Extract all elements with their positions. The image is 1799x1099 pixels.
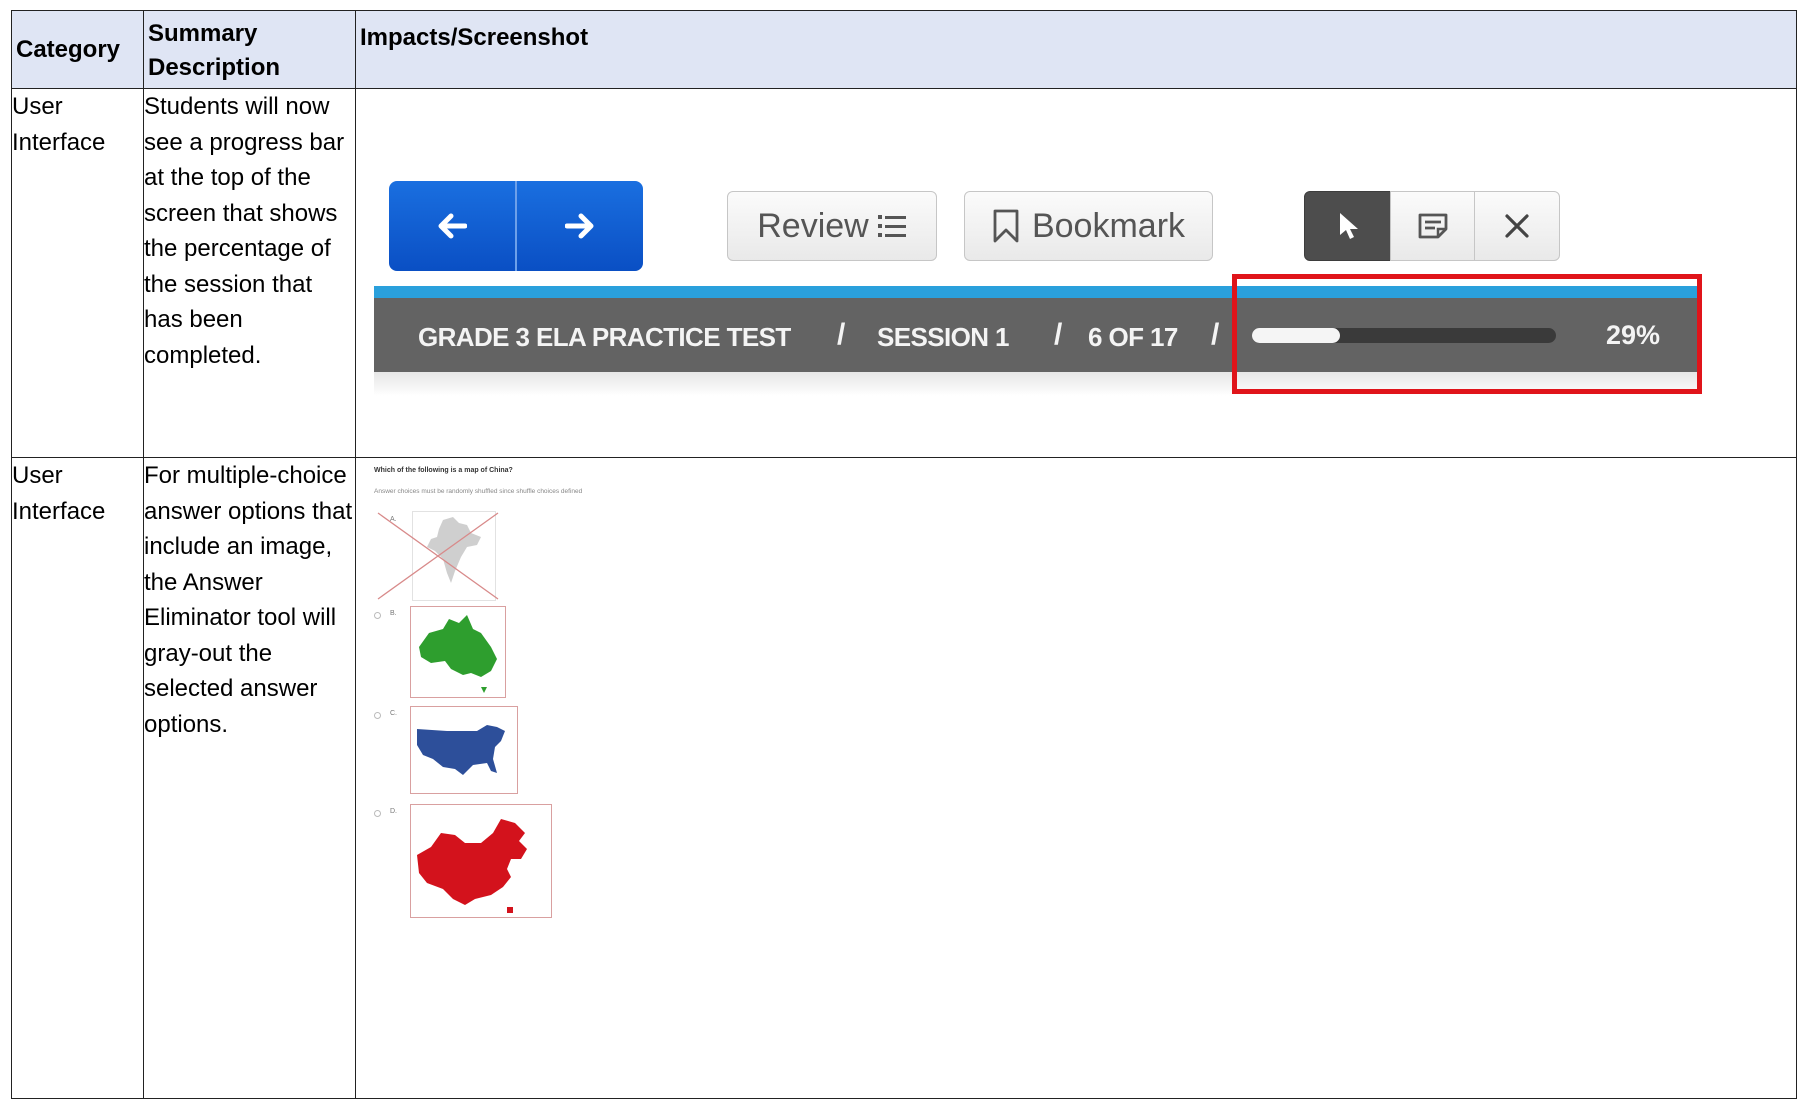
question-position: 6 OF 17 <box>1088 322 1178 352</box>
bookmark-icon <box>993 209 1019 243</box>
table-row: User Interface For multiple-choice answe… <box>11 457 1797 1099</box>
previous-button[interactable] <box>389 181 517 271</box>
category-cell: User Interface <box>11 88 144 458</box>
category-cell: User Interface <box>11 457 144 1099</box>
session-name: SESSION 1 <box>877 322 1009 352</box>
header-category: Category <box>11 10 144 89</box>
option-radio[interactable] <box>374 712 381 719</box>
option-image <box>410 706 518 794</box>
bookmark-label: Bookmark <box>1031 206 1186 245</box>
review-button[interactable]: Review <box>727 191 937 261</box>
usa-map-icon <box>417 725 505 775</box>
progress-bar-screenshot: Review Bookmark GRADE 3 ELA PRACTICE TES… <box>374 181 1702 396</box>
arrow-left-icon <box>438 213 467 239</box>
bookmark-button[interactable]: Bookmark <box>964 191 1213 261</box>
close-tool-button[interactable] <box>1474 191 1560 261</box>
header-summary: Summary Description <box>143 10 356 89</box>
pointer-tool-button[interactable] <box>1304 191 1392 261</box>
arrow-right-icon <box>565 213 594 239</box>
changes-table: Category Summary Description Impacts/Scr… <box>11 10 1797 1099</box>
test-name: GRADE 3 ELA PRACTICE TEST <box>418 322 791 352</box>
close-icon <box>1505 214 1529 238</box>
highlight-box <box>1232 274 1702 394</box>
option-image <box>410 606 506 698</box>
tool-buttons <box>1304 191 1560 261</box>
breadcrumb-separator: / <box>1211 318 1220 351</box>
header-impacts: Impacts/Screenshot <box>355 10 1797 89</box>
question-note: Answer choices must be randomly shuffled… <box>374 488 583 495</box>
review-label: Review <box>757 206 869 245</box>
australia-map-icon <box>419 615 497 693</box>
option-radio[interactable] <box>374 612 381 619</box>
list-icon <box>877 215 906 237</box>
nav-buttons <box>389 181 643 271</box>
option-radio[interactable] <box>374 810 381 817</box>
china-map-icon <box>417 819 527 913</box>
note-icon <box>1418 213 1448 239</box>
option-letter: B. <box>390 610 397 617</box>
next-button[interactable] <box>517 181 643 271</box>
screenshot-cell: Which of the following is a map of China… <box>355 457 1797 1099</box>
summary-cell: Students will now see a progress bar at … <box>143 88 356 458</box>
note-tool-button[interactable] <box>1390 191 1476 261</box>
question-text: Which of the following is a map of China… <box>374 467 513 474</box>
option-image <box>410 804 552 918</box>
table-row: User Interface Students will now see a p… <box>11 88 1797 458</box>
option-letter: C. <box>390 710 397 717</box>
header-row: Category Summary Description Impacts/Scr… <box>11 10 1797 89</box>
breadcrumb-separator: / <box>1054 318 1063 351</box>
cursor-icon <box>1340 213 1358 239</box>
option-letter: D. <box>390 808 397 815</box>
answer-eliminator-screenshot: Which of the following is a map of China… <box>372 466 702 936</box>
summary-cell: For multiple-choice answer options that … <box>143 457 356 1099</box>
screenshot-cell: Review Bookmark GRADE 3 ELA PRACTICE TES… <box>355 88 1797 458</box>
eliminated-cross-icon <box>377 512 499 600</box>
breadcrumb-separator: / <box>837 318 846 351</box>
